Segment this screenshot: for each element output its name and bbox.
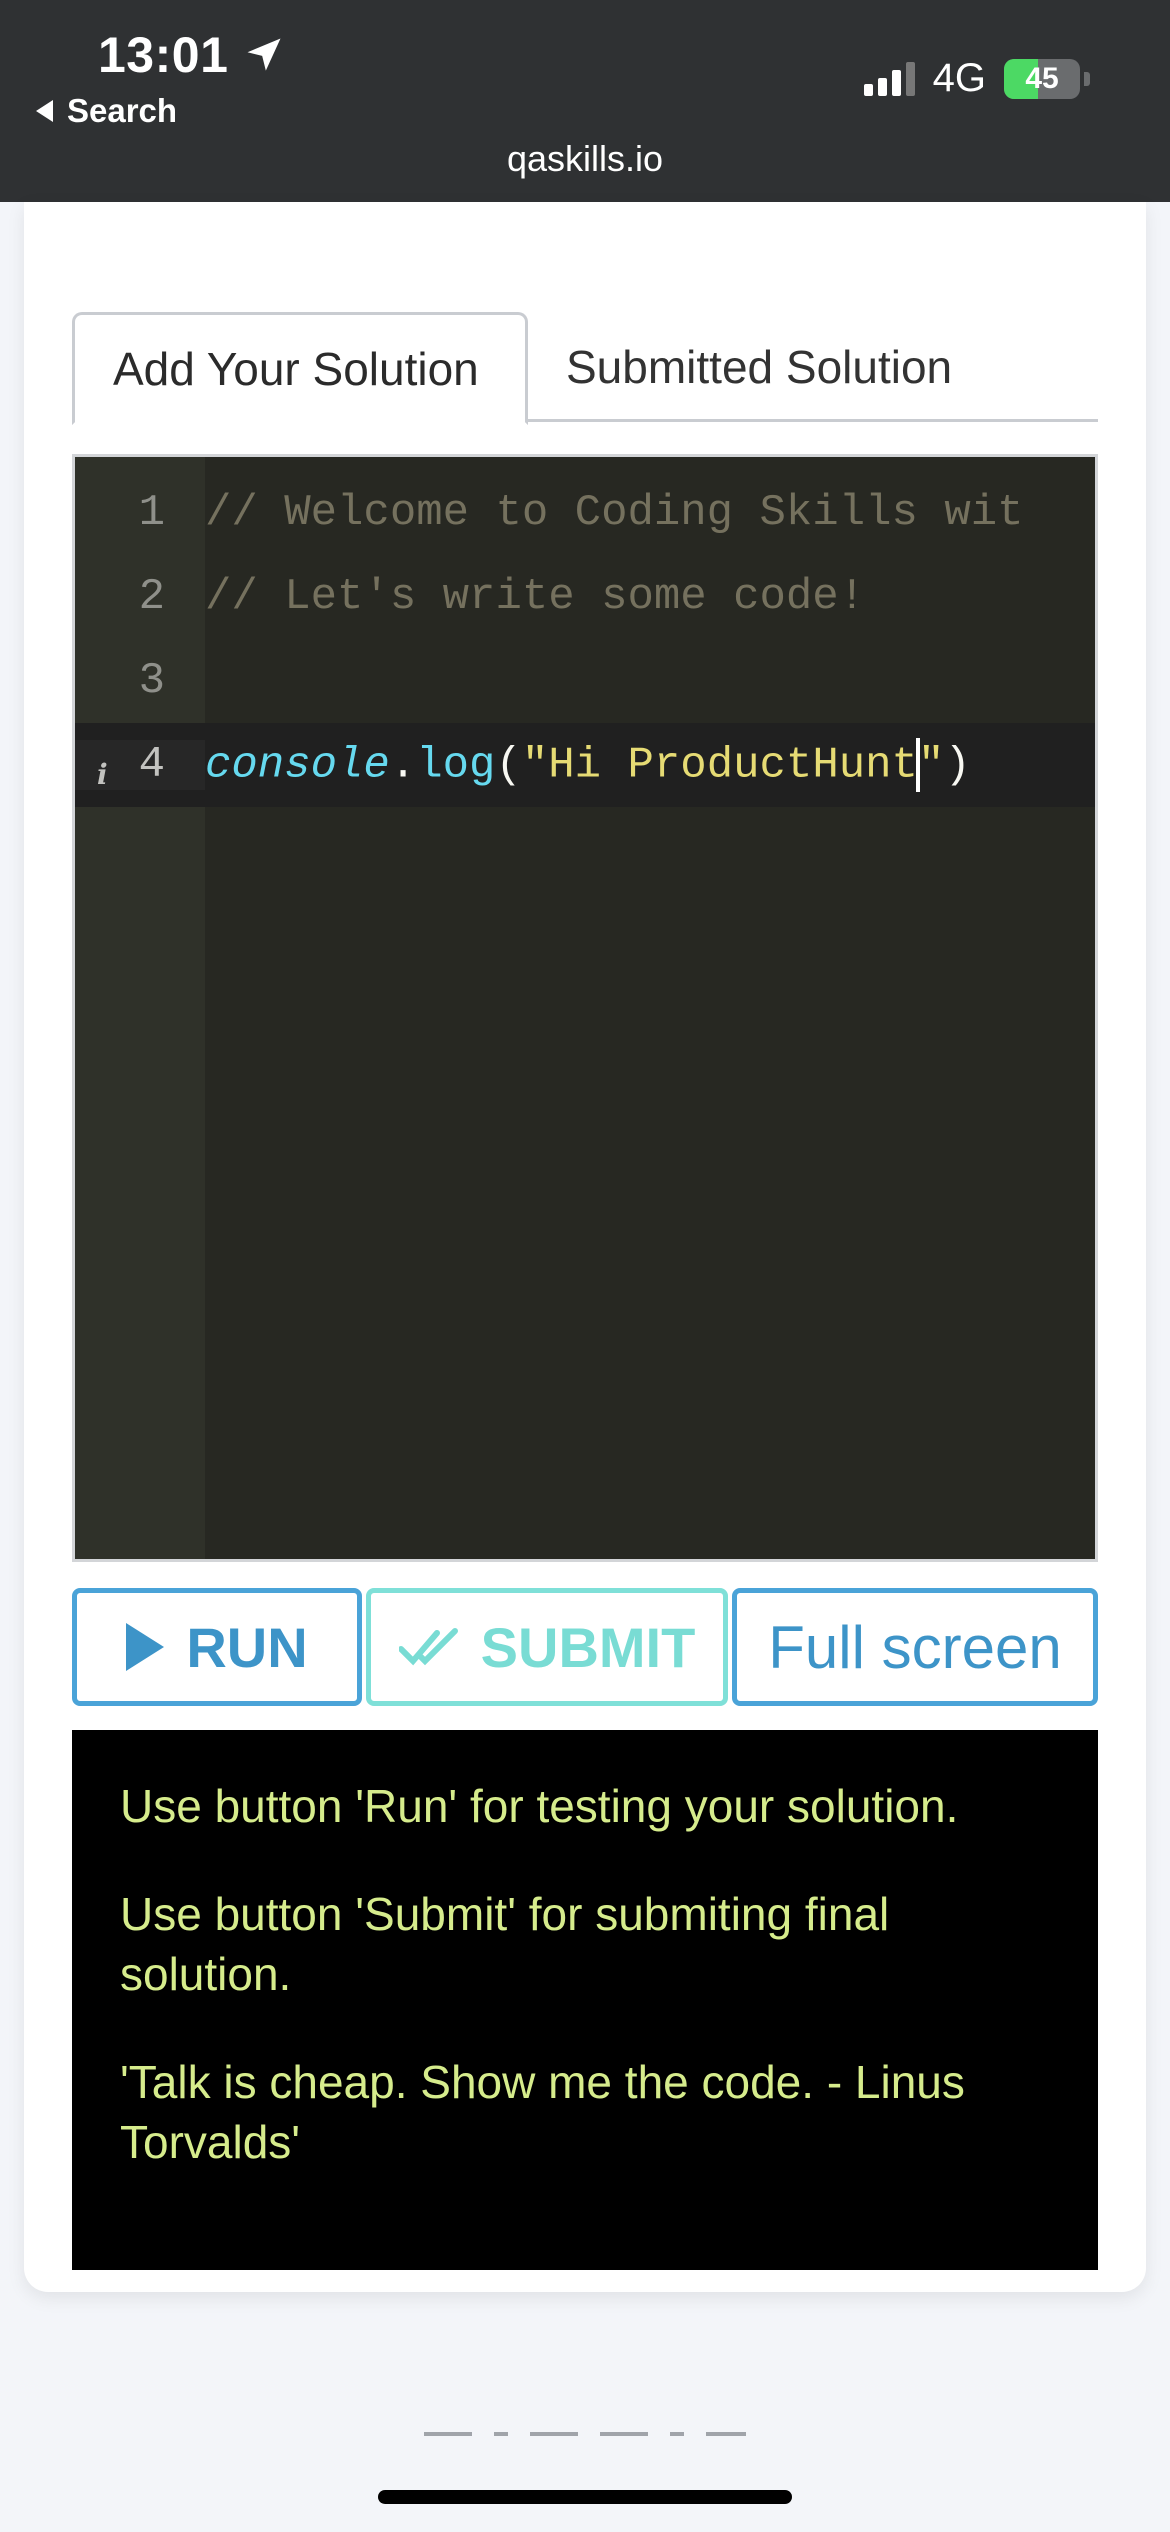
info-icon[interactable]: i (97, 758, 108, 791)
signal-strength-icon (863, 61, 915, 96)
location-arrow-icon (247, 38, 281, 71)
clock-time: 13:01 (98, 27, 229, 83)
token-object: console (205, 740, 390, 791)
code-line[interactable]: 2 // Let's write some code! (75, 555, 1095, 639)
status-bar: 13:01 Search 4G 45 qaskills.io (0, 0, 1170, 202)
system-status: 4G 45 (863, 56, 1090, 101)
token-open-paren: ( (495, 740, 522, 791)
clock: 13:01 (98, 26, 286, 84)
output-console: Use button 'Run' for testing your soluti… (72, 1730, 1098, 2270)
code-comment: // Let's write some code! (205, 572, 866, 622)
home-indicator[interactable] (378, 2490, 792, 2504)
battery-icon: 45 (1004, 58, 1080, 99)
back-label: Search (67, 92, 178, 129)
line-number: 3 (138, 656, 165, 706)
address-bar-url[interactable]: qaskills.io (0, 138, 1170, 180)
battery-cap (1084, 71, 1090, 86)
action-buttons: RUN SUBMIT Full screen (72, 1588, 1098, 1706)
back-to-search-link[interactable]: Search (36, 92, 177, 130)
footer-dashes (0, 2432, 1170, 2436)
tab-add-your-solution[interactable]: Add Your Solution (72, 312, 528, 425)
run-button[interactable]: RUN (72, 1588, 362, 1706)
console-message: 'Talk is cheap. Show me the code. - Linu… (120, 2056, 965, 2168)
line-number: 2 (138, 572, 165, 622)
submit-label: SUBMIT (480, 1615, 696, 1679)
line-number: 1 (138, 488, 165, 538)
token-string: "Hi ProductHunt (521, 740, 918, 791)
network-type: 4G (932, 56, 986, 100)
fullscreen-button[interactable]: Full screen (732, 1588, 1098, 1706)
line-number-text: 4 (138, 740, 165, 790)
console-message: Use button 'Submit' for submiting final … (120, 1888, 890, 2000)
run-label: RUN (186, 1615, 308, 1679)
token-close-paren: ) (944, 740, 971, 791)
code-line-active[interactable]: i 4 console.log("Hi ProductHunt") (75, 723, 1095, 807)
tab-submitted-solution[interactable]: Submitted Solution (528, 312, 990, 422)
back-arrow-icon (36, 100, 53, 122)
token-function: log (416, 740, 496, 791)
battery-percent: 45 (1025, 61, 1059, 95)
code-comment: // Welcome to Coding Skills wit (205, 488, 1024, 538)
code-editor[interactable]: 1 // Welcome to Coding Skills wit 2 // L… (72, 454, 1098, 1562)
double-check-icon (398, 1628, 458, 1666)
line-number: i 4 (75, 740, 205, 791)
console-message: Use button 'Run' for testing your soluti… (120, 1780, 959, 1832)
token-dot: . (389, 740, 417, 791)
submit-button[interactable]: SUBMIT (366, 1588, 728, 1706)
solution-tabs: Add Your Solution Submitted Solution (72, 312, 1098, 425)
code-line[interactable]: 3 (75, 639, 1095, 723)
play-icon (126, 1623, 165, 1671)
code-statement: console.log("Hi ProductHunt") (205, 738, 971, 792)
token-string-end: " (917, 740, 945, 791)
code-line[interactable]: 1 // Welcome to Coding Skills wit (75, 471, 1095, 555)
